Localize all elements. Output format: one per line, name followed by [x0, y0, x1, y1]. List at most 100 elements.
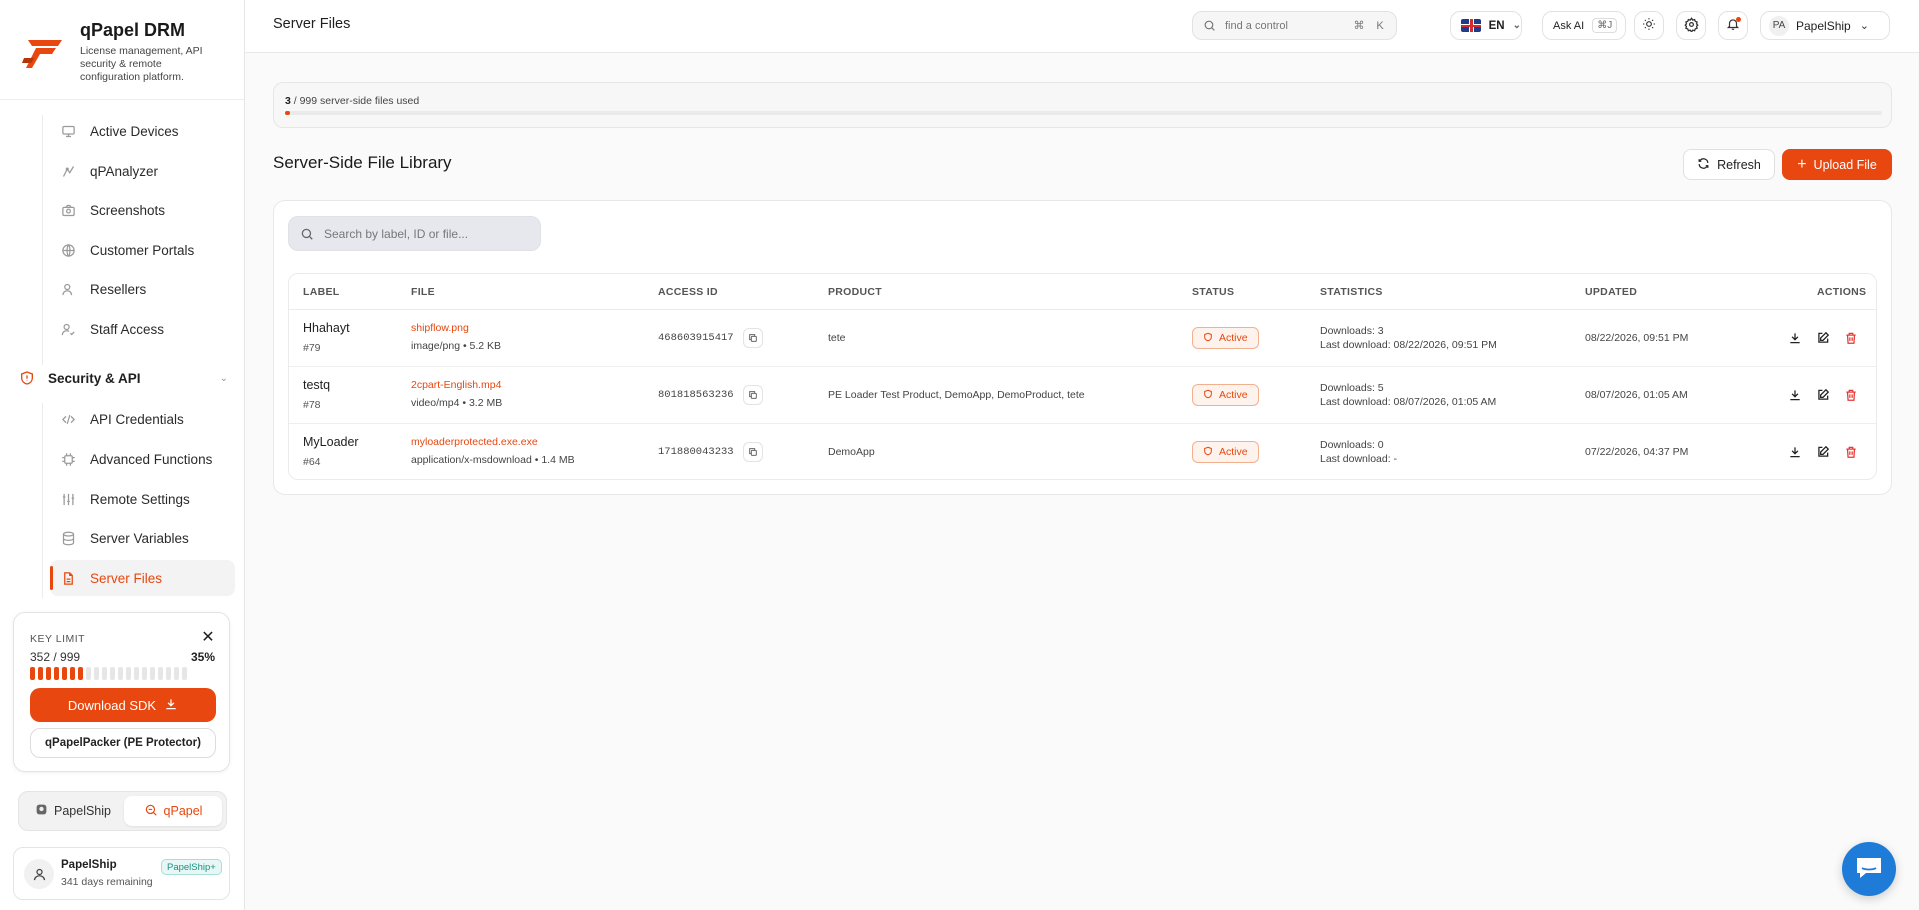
row-file-link[interactable]: shipflow.png: [411, 322, 469, 334]
section-security-api[interactable]: Security & API ⌄: [18, 360, 228, 396]
control-search[interactable]: find a control ⌘ K: [1192, 11, 1397, 40]
ask-ai-button[interactable]: Ask AI ⌘J: [1542, 11, 1626, 40]
chat-icon: [1854, 855, 1884, 884]
row-file-link[interactable]: myloaderprotected.exe.exe: [411, 436, 538, 448]
header-file: FILE: [411, 285, 435, 298]
user-menu[interactable]: PA PapelShip ⌄: [1760, 11, 1890, 40]
chevron-down-icon: ⌄: [219, 372, 228, 384]
file-search-input[interactable]: [324, 226, 524, 241]
nav-guide-line: [42, 403, 43, 598]
settings-button[interactable]: [1676, 11, 1706, 40]
chevron-down-icon: ⌄: [1859, 20, 1869, 32]
row-id: #64: [303, 456, 321, 468]
file-usage-card: 3 / 999 server-side files used: [273, 82, 1892, 128]
row-file-meta: application/x-msdownload • 1.4 MB: [411, 454, 575, 466]
key-limit-label: KEY LIMIT: [30, 633, 86, 645]
notifications-button[interactable]: [1718, 11, 1748, 40]
page-title: Server Files: [273, 16, 351, 32]
sidebar: qPapel DRM License management, API secur…: [0, 0, 245, 910]
trash-icon[interactable]: [1842, 329, 1860, 347]
code-icon: [60, 411, 76, 427]
refresh-label: Refresh: [1717, 157, 1761, 172]
sidebar-item-customer-portals[interactable]: Customer Portals: [50, 232, 235, 268]
sidebar-item-api-credentials[interactable]: API Credentials: [50, 401, 235, 437]
download-icon[interactable]: [1786, 443, 1804, 461]
row-label: MyLoader: [303, 435, 359, 449]
sidebar-item-label: Server Variables: [90, 530, 189, 546]
search-shortcut: ⌘ K: [1351, 18, 1388, 34]
row-file-link[interactable]: 2cpart-English.mp4: [411, 379, 501, 391]
chat-button[interactable]: [1842, 842, 1896, 896]
trash-icon[interactable]: [1842, 386, 1860, 404]
row-product: DemoApp: [828, 446, 875, 458]
section-label: Security & API: [48, 370, 141, 386]
table-row: testq #78 2cpart-English.mp4 video/mp4 •…: [289, 367, 1876, 424]
sidebar-item-advanced-functions[interactable]: Advanced Functions: [50, 441, 235, 477]
meter-segment: [142, 667, 147, 680]
upload-file-button[interactable]: + Upload File: [1782, 149, 1892, 180]
files-table: LABEL FILE ACCESS ID PRODUCT STATUS STAT…: [288, 273, 1877, 480]
meter-segment: [30, 667, 35, 680]
edit-icon[interactable]: [1814, 329, 1832, 347]
workspace-switcher: PapelShip qPapel: [18, 791, 227, 831]
header-product: PRODUCT: [828, 285, 883, 298]
gear-icon: [1683, 16, 1699, 35]
brand-logo: [22, 40, 62, 68]
shield-icon: [18, 369, 36, 387]
switch-qpapel[interactable]: qPapel: [124, 796, 222, 826]
edit-icon[interactable]: [1814, 443, 1832, 461]
header-access-id: ACCESS ID: [658, 285, 718, 298]
sun-icon: [1642, 17, 1656, 34]
refresh-icon: [1697, 157, 1710, 173]
row-file-meta: image/png • 5.2 KB: [411, 340, 502, 352]
copy-icon[interactable]: [743, 328, 763, 348]
meter-segment: [150, 667, 155, 680]
switch-papelship[interactable]: PapelShip: [23, 796, 123, 826]
kbd-key: ⌘: [1353, 20, 1365, 32]
status-text: Active: [1219, 332, 1248, 344]
camera-icon: [60, 202, 76, 218]
brand-title: qPapel DRM: [80, 20, 186, 40]
download-icon[interactable]: [1786, 386, 1804, 404]
theme-toggle[interactable]: [1634, 11, 1664, 40]
user-card[interactable]: PapelShip 341 days remaining PapelShip+: [13, 847, 230, 900]
sidebar-item-label: qPAnalyzer: [90, 163, 159, 179]
copy-icon[interactable]: [743, 442, 763, 462]
papelship-icon: [35, 803, 48, 819]
sidebar-item-staff-access[interactable]: Staff Access: [50, 311, 235, 347]
trash-icon[interactable]: [1842, 443, 1860, 461]
sidebar-item-active-devices[interactable]: Active Devices: [50, 113, 235, 149]
header-statistics: STATISTICS: [1320, 285, 1383, 298]
header-updated: UPDATED: [1585, 285, 1638, 298]
plus-icon: +: [1797, 155, 1807, 173]
meter-segment: [158, 667, 163, 680]
download-icon[interactable]: [1786, 329, 1804, 347]
sidebar-item-qpanalyzer[interactable]: qPAnalyzer: [50, 153, 235, 189]
copy-icon[interactable]: [743, 385, 763, 405]
close-icon[interactable]: ✕: [199, 628, 217, 646]
edit-icon[interactable]: [1814, 386, 1832, 404]
avatar: PA: [1769, 15, 1789, 36]
meter-segment: [110, 667, 115, 680]
download-sdk-label: Download SDK: [67, 697, 157, 713]
file-usage-text: 3 / 999 server-side files used: [285, 95, 419, 107]
language-select[interactable]: EN ⌄: [1450, 11, 1522, 40]
sidebar-item-remote-settings[interactable]: Remote Settings: [50, 481, 235, 517]
meter-segment: [174, 667, 179, 680]
sidebar-item-server-files[interactable]: Server Files: [50, 560, 235, 596]
row-last-download: Last download: 08/22/2026, 09:51 PM: [1320, 339, 1497, 351]
ask-ai-shortcut: ⌘J: [1592, 18, 1618, 33]
row-label: testq: [303, 378, 331, 392]
refresh-button[interactable]: Refresh: [1683, 149, 1775, 180]
meter-segment: [118, 667, 123, 680]
sidebar-item-label: Screenshots: [90, 202, 166, 218]
sidebar-item-server-variables[interactable]: Server Variables: [50, 520, 235, 556]
packer-button[interactable]: qPapelPacker (PE Protector): [30, 728, 216, 758]
sidebar-item-resellers[interactable]: Resellers: [50, 271, 235, 307]
row-downloads: Downloads: 0: [1320, 439, 1384, 451]
search-icon: [300, 227, 314, 241]
header-actions: ACTIONS: [1817, 285, 1867, 298]
download-sdk-button[interactable]: Download SDK: [30, 688, 216, 722]
sidebar-item-screenshots[interactable]: Screenshots: [50, 192, 235, 228]
file-search[interactable]: [288, 216, 541, 251]
